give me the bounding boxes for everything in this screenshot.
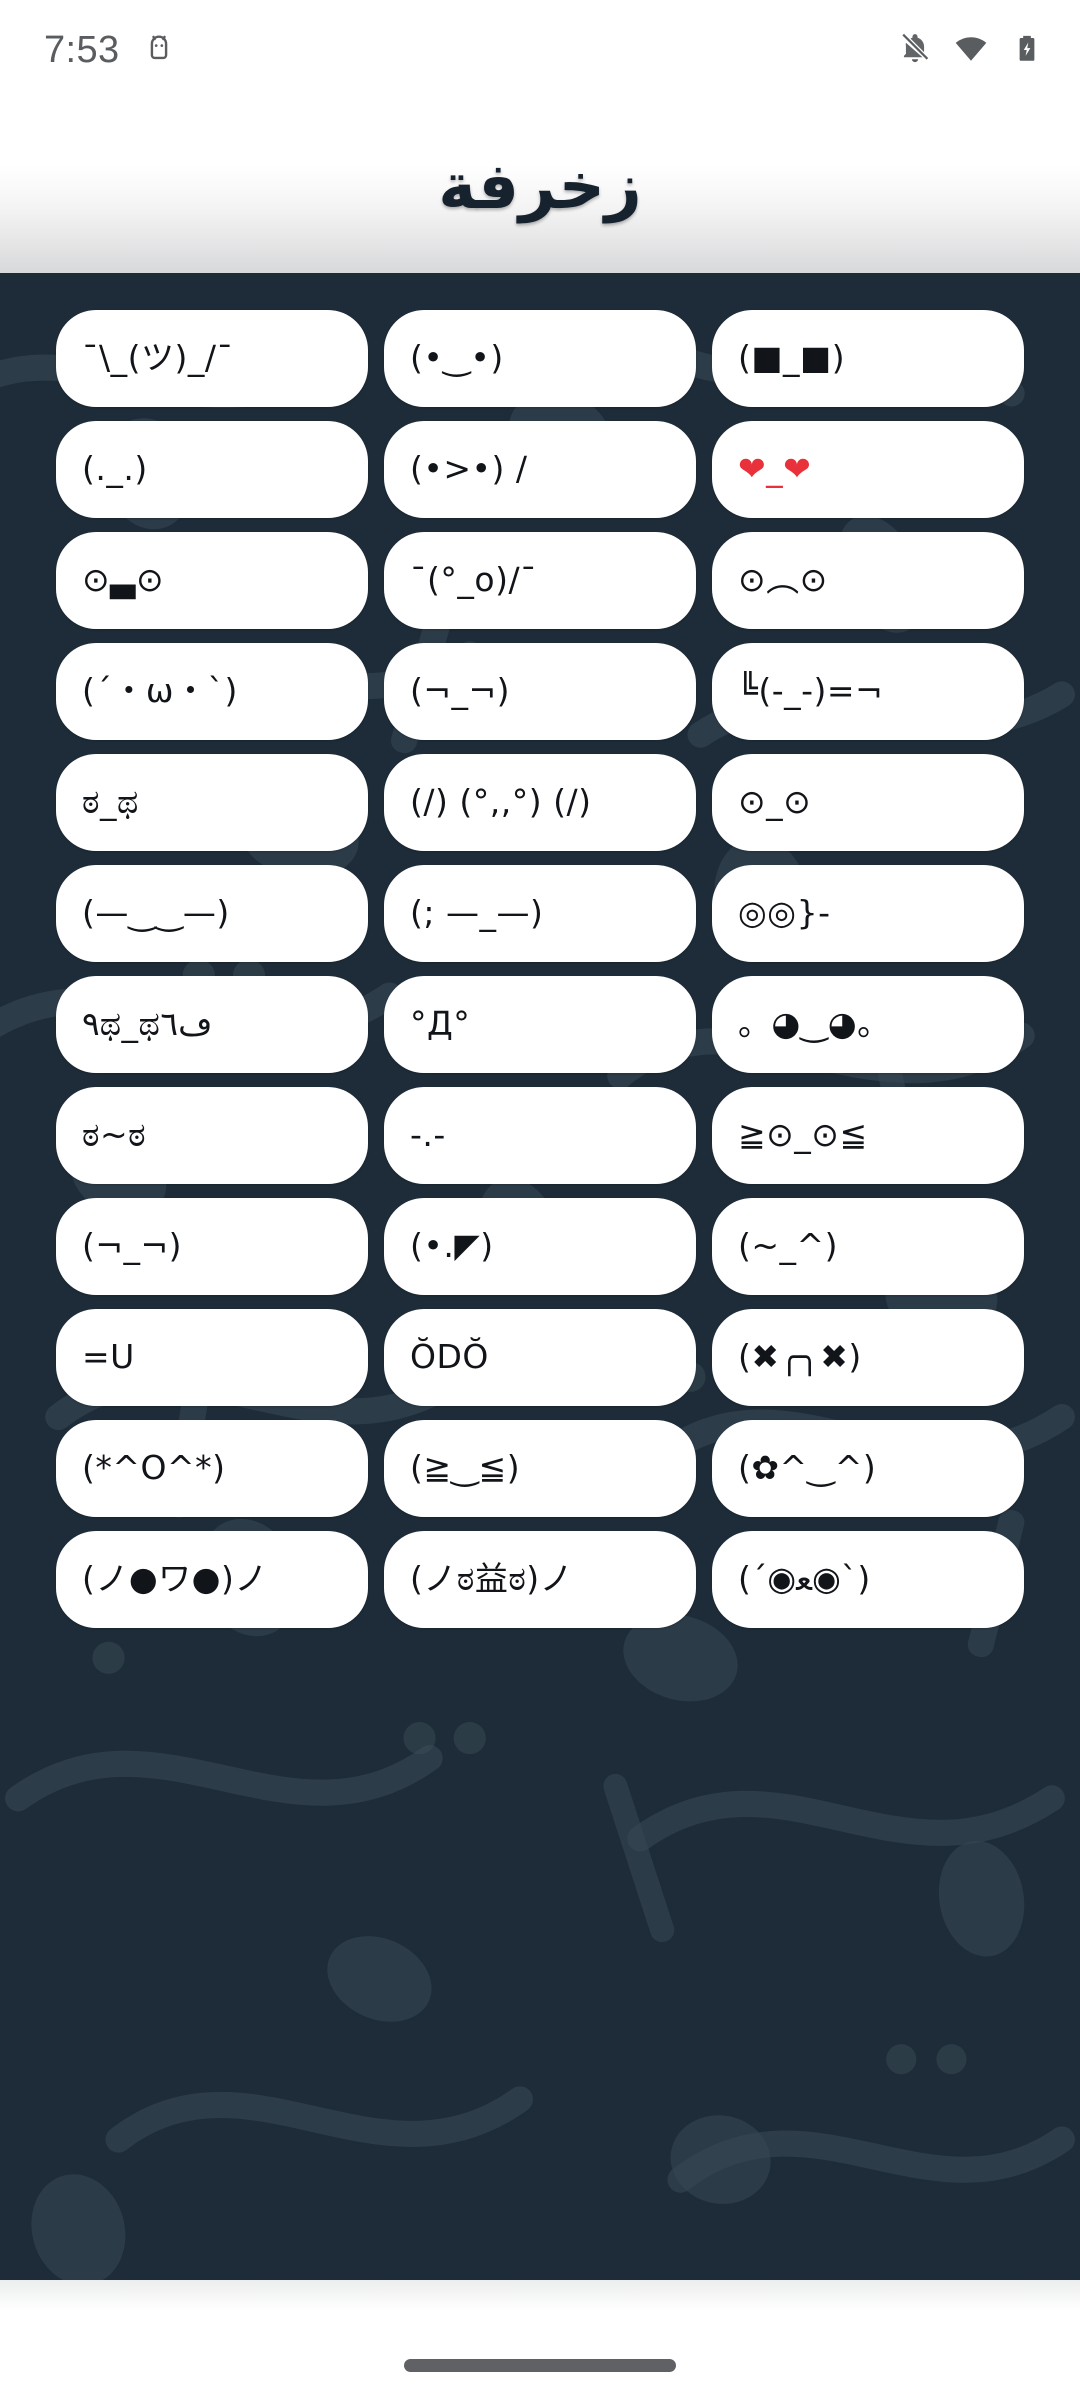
kaomoji-text: (´・ω・`) bbox=[82, 671, 238, 711]
kaomoji-chip[interactable]: ◎◎}- bbox=[712, 865, 1024, 962]
kaomoji-chip[interactable]: (•.◤) bbox=[384, 1198, 696, 1295]
kaomoji-text: ≧⊙_⊙≦ bbox=[738, 1115, 868, 1155]
kaomoji-text: (._.) bbox=[82, 449, 148, 489]
kaomoji-text: ŎDŎ bbox=[410, 1337, 489, 1377]
kaomoji-text: (—‿‿—) bbox=[82, 893, 230, 933]
kaomoji-chip[interactable]: =U bbox=[56, 1309, 368, 1406]
kaomoji-chip[interactable]: ╚(-_-)=¬ bbox=[712, 643, 1024, 740]
kaomoji-text: ٩ಥ_ಥڡ٦ bbox=[82, 1004, 213, 1044]
content-area: ¯\_(ツ)_/¯ (•‿•) (■_■) (._.) (•>•) / ❤_❤ … bbox=[0, 273, 1080, 2280]
status-bar-clock: 7:53 bbox=[44, 29, 120, 71]
kaomoji-text: (•‿•) bbox=[410, 338, 504, 378]
kaomoji-chip[interactable]: (—‿‿—) bbox=[56, 865, 368, 962]
app-header: زخرفة bbox=[0, 100, 1080, 273]
kaomoji-text: ⊙▃⊙ bbox=[82, 560, 165, 600]
kaomoji-chip[interactable]: (._.) bbox=[56, 421, 368, 518]
kaomoji-chip[interactable]: (¬_¬) bbox=[56, 1198, 368, 1295]
kaomoji-text: ಠ~ಠ bbox=[82, 1115, 147, 1155]
kaomoji-chip[interactable]: ಠ~ಠ bbox=[56, 1087, 368, 1184]
kaomoji-text: (*^O^*) bbox=[82, 1448, 226, 1488]
kaomoji-chip[interactable]: (✖╭╮✖) bbox=[712, 1309, 1024, 1406]
kaomoji-chip[interactable]: ٩ಥ_ಥڡ٦ bbox=[56, 976, 368, 1073]
status-bar-left: 7:53 bbox=[44, 31, 176, 69]
kaomoji-text: (✖╭╮✖) bbox=[738, 1337, 862, 1377]
kaomoji-chip[interactable]: ⊙︵⊙ bbox=[712, 532, 1024, 629]
kaomoji-text: °Д° bbox=[410, 1004, 471, 1044]
kaomoji-chip[interactable]: (ノಠ益ಠ)ノ bbox=[384, 1531, 696, 1628]
phone-screen: 7:53 زخرفة ¯\_(ツ)_/¯ (•‿•) (■_■) (._.) (… bbox=[0, 0, 1080, 2400]
notifications-off-icon bbox=[898, 31, 932, 69]
kaomoji-text: ⊙︵⊙ bbox=[738, 560, 828, 600]
kaomoji-chip[interactable]: (´◉ﻌ◉`) bbox=[712, 1531, 1024, 1628]
kaomoji-text: =U bbox=[82, 1337, 135, 1377]
kaomoji-text: (•.◤) bbox=[410, 1226, 494, 1266]
kaomoji-chip[interactable]: ⊙▃⊙ bbox=[56, 532, 368, 629]
kaomoji-chip[interactable]: (•>•) / bbox=[384, 421, 696, 518]
kaomoji-text: (¬_¬) bbox=[82, 1226, 183, 1266]
kaomoji-chip[interactable]: ಠ_ಥ bbox=[56, 754, 368, 851]
kaomoji-chip[interactable]: ⊙_⊙ bbox=[712, 754, 1024, 851]
kaomoji-text: ╚(-_-)=¬ bbox=[738, 671, 884, 711]
kaomoji-text: (≧‿≦) bbox=[410, 1448, 521, 1488]
kaomoji-chip[interactable]: (ノ●ワ●)ノ bbox=[56, 1531, 368, 1628]
kaomoji-chip[interactable]: 。◕‿◕。 bbox=[712, 976, 1024, 1073]
kaomoji-chip[interactable]: ≧⊙_⊙≦ bbox=[712, 1087, 1024, 1184]
kaomoji-text: (/) (°,,°) (/) bbox=[410, 782, 592, 822]
status-bar: 7:53 bbox=[0, 0, 1080, 100]
kaomoji-text: (~_^) bbox=[738, 1226, 839, 1266]
kaomoji-text: ¯\_(ツ)_/¯ bbox=[82, 338, 234, 378]
gesture-home-handle[interactable] bbox=[404, 2359, 676, 2372]
kaomoji-text: (¬_¬) bbox=[410, 671, 511, 711]
kaomoji-chip[interactable]: (´・ω・`) bbox=[56, 643, 368, 740]
status-bar-right bbox=[898, 31, 1044, 69]
kaomoji-chip[interactable]: (■_■) bbox=[712, 310, 1024, 407]
kaomoji-chip[interactable]: (/) (°,,°) (/) bbox=[384, 754, 696, 851]
kaomoji-chip[interactable]: ¯(°_o)/¯ bbox=[384, 532, 696, 629]
kaomoji-chip[interactable]: ❤_❤ bbox=[712, 421, 1024, 518]
kaomoji-text: ¯(°_o)/¯ bbox=[410, 560, 538, 600]
kaomoji-text: (; —_—) bbox=[410, 893, 544, 933]
kaomoji-text: ಠ_ಥ bbox=[82, 782, 139, 822]
kaomoji-chip[interactable]: (; —_—) bbox=[384, 865, 696, 962]
kaomoji-text: 。◕‿◕。 bbox=[738, 1004, 891, 1044]
kaomoji-chip[interactable]: ¯\_(ツ)_/¯ bbox=[56, 310, 368, 407]
kaomoji-chip[interactable]: °Д° bbox=[384, 976, 696, 1073]
kaomoji-text: -.- bbox=[410, 1115, 446, 1155]
kaomoji-text: (ノಠ益ಠ)ノ bbox=[410, 1559, 574, 1599]
kaomoji-text: (✿^‿^) bbox=[738, 1448, 877, 1488]
system-navigation-bar bbox=[0, 2280, 1080, 2400]
page-title: زخرفة bbox=[438, 149, 642, 224]
kaomoji-text: (•>•) / bbox=[410, 449, 528, 489]
kaomoji-text: ❤_❤ bbox=[738, 449, 812, 489]
kaomoji-chip[interactable]: (≧‿≦) bbox=[384, 1420, 696, 1517]
kaomoji-chip[interactable]: ŎDŎ bbox=[384, 1309, 696, 1406]
kaomoji-chip[interactable]: (¬_¬) bbox=[384, 643, 696, 740]
kaomoji-chip[interactable]: (•‿•) bbox=[384, 310, 696, 407]
kaomoji-chip[interactable]: (✿^‿^) bbox=[712, 1420, 1024, 1517]
kaomoji-chip[interactable]: (*^O^*) bbox=[56, 1420, 368, 1517]
kaomoji-text: ⊙_⊙ bbox=[738, 782, 812, 822]
wifi-icon bbox=[954, 31, 988, 69]
battery-charging-icon bbox=[1010, 31, 1044, 69]
android-robot-icon bbox=[142, 31, 176, 69]
kaomoji-text: ◎◎}- bbox=[738, 893, 831, 933]
kaomoji-chip[interactable]: (~_^) bbox=[712, 1198, 1024, 1295]
kaomoji-text: (´◉ﻌ◉`) bbox=[738, 1559, 871, 1599]
kaomoji-grid: ¯\_(ツ)_/¯ (•‿•) (■_■) (._.) (•>•) / ❤_❤ … bbox=[0, 273, 1080, 1628]
kaomoji-chip[interactable]: -.- bbox=[384, 1087, 696, 1184]
kaomoji-text: (■_■) bbox=[738, 338, 846, 378]
kaomoji-text: (ノ●ワ●)ノ bbox=[82, 1559, 268, 1599]
